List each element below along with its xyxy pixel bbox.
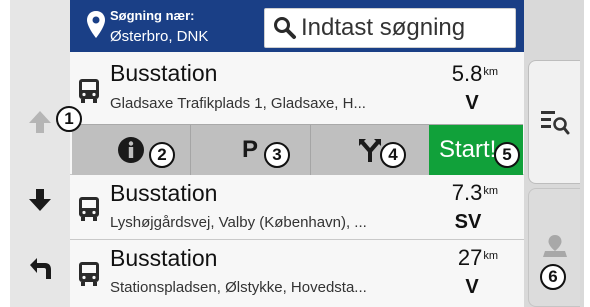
- result-direction: SV: [454, 211, 482, 233]
- route-split-icon: [358, 139, 381, 162]
- callout-6: 6: [540, 264, 566, 290]
- list-view-tab[interactable]: [528, 60, 580, 184]
- list-search-icon: [541, 111, 570, 135]
- distance-value: 27: [457, 245, 483, 270]
- result-direction: V: [465, 92, 479, 114]
- distance-unit: km: [483, 250, 498, 262]
- result-name: Busstation: [110, 180, 218, 206]
- result-address: Gladsaxe Trafikplads 1, Gladsaxe, H...: [110, 95, 366, 112]
- result-row-3[interactable]: Busstation Stationspladsen, Ølstykke, Ho…: [70, 241, 524, 307]
- result-address: Lyshøjgårdsvej, Valby (København), ...: [110, 214, 367, 231]
- map-pin-icon: [543, 235, 567, 257]
- route-options-button[interactable]: [310, 125, 430, 175]
- search-near-location: Østerbro, DNK: [110, 28, 209, 45]
- location-pin-icon: [87, 11, 105, 38]
- back-button[interactable]: [10, 240, 70, 300]
- right-rail: [524, 0, 584, 307]
- bus-icon: [79, 197, 99, 221]
- result-distance: 5.8km: [452, 61, 498, 87]
- results-list: Busstation Gladsaxe Trafikplads 1, Glads…: [70, 52, 524, 307]
- distance-value: 5.8: [451, 61, 483, 86]
- distance-unit: km: [483, 66, 498, 78]
- distance-value: 7.3: [451, 180, 483, 205]
- garmin-screen: Søgning nær: Østerbro, DNK Indtast søgni…: [10, 0, 584, 307]
- result-row-2[interactable]: Busstation Lyshøjgårdsvej, Valby (Københ…: [70, 176, 524, 240]
- down-arrow-icon: [29, 189, 51, 211]
- result-address: Stationspladsen, Ølstykke, Hovedsta...: [110, 279, 367, 296]
- up-arrow-icon: [29, 111, 51, 133]
- result-name: Busstation: [110, 245, 218, 271]
- distance-unit: km: [483, 185, 498, 197]
- search-placeholder: Indtast søgning: [301, 14, 466, 41]
- bus-icon: [79, 262, 99, 286]
- result-distance: 27km: [458, 245, 498, 271]
- parking-button[interactable]: P: [190, 125, 311, 175]
- callout-3: 3: [264, 142, 290, 168]
- search-near-label: Søgning nær:: [110, 8, 195, 23]
- left-nav-rail: [10, 0, 71, 307]
- bus-icon: [79, 79, 99, 103]
- callout-1: 1: [56, 106, 82, 132]
- result-action-bar: P Start!: [72, 124, 523, 175]
- callout-2: 2: [149, 142, 175, 168]
- result-direction: V: [465, 276, 479, 298]
- callout-5: 5: [494, 142, 520, 168]
- info-icon: [118, 137, 144, 163]
- callout-4: 4: [380, 142, 406, 168]
- scroll-down-button[interactable]: [10, 170, 70, 230]
- result-name: Busstation: [110, 60, 218, 86]
- search-input[interactable]: Indtast søgning: [264, 8, 516, 48]
- back-icon: [30, 258, 51, 279]
- search-icon: [274, 17, 296, 39]
- search-header: Søgning nær: Østerbro, DNK Indtast søgni…: [70, 0, 524, 52]
- result-distance: 7.3km: [452, 180, 498, 206]
